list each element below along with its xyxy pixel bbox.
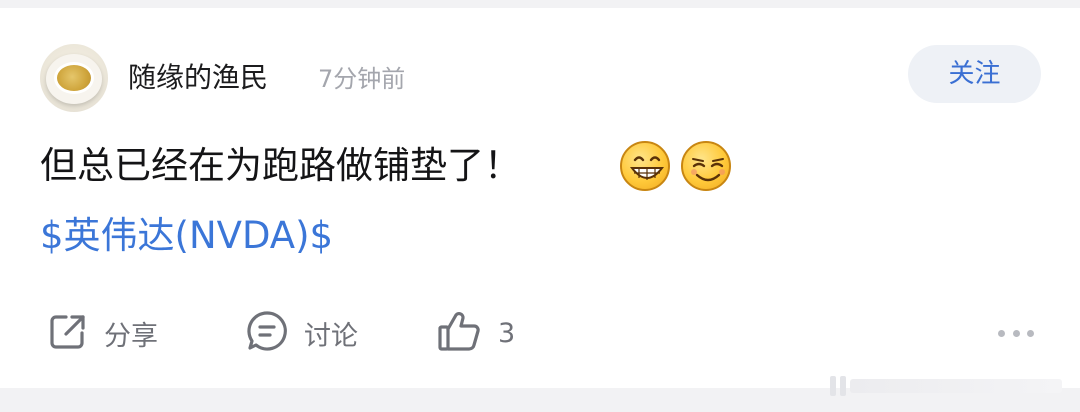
discuss-button[interactable]: 讨论 bbox=[244, 308, 358, 358]
grinning-face-emoji bbox=[620, 141, 670, 191]
post-body-text: 但总已经在为跑路做铺垫了！ bbox=[40, 144, 521, 187]
share-button[interactable]: 分享 bbox=[46, 308, 158, 358]
post-card: 随缘的渔民 7分钟前 关注 但总已经在为跑路做铺垫了！ $英伟达(NVDA)$ bbox=[0, 8, 1080, 388]
comment-bubble-icon bbox=[244, 308, 290, 358]
post-timestamp: 7分钟前 bbox=[318, 65, 406, 93]
more-options-icon[interactable] bbox=[998, 326, 1034, 340]
tea-cup-graphic bbox=[54, 62, 94, 94]
like-button[interactable]: 3 bbox=[436, 308, 515, 358]
author-avatar[interactable] bbox=[40, 44, 108, 112]
like-count: 3 bbox=[498, 317, 516, 349]
stock-tag-link[interactable]: $英伟达(NVDA)$ bbox=[40, 208, 333, 264]
watermark-strip bbox=[830, 372, 1062, 400]
thumbs-up-icon bbox=[436, 307, 484, 359]
discuss-label: 讨论 bbox=[304, 320, 358, 352]
share-icon bbox=[46, 309, 90, 357]
share-label: 分享 bbox=[104, 320, 158, 352]
follow-button[interactable]: 关注 bbox=[908, 45, 1041, 103]
author-name[interactable]: 随缘的渔民 bbox=[128, 58, 268, 98]
smirking-face-emoji bbox=[681, 141, 731, 191]
